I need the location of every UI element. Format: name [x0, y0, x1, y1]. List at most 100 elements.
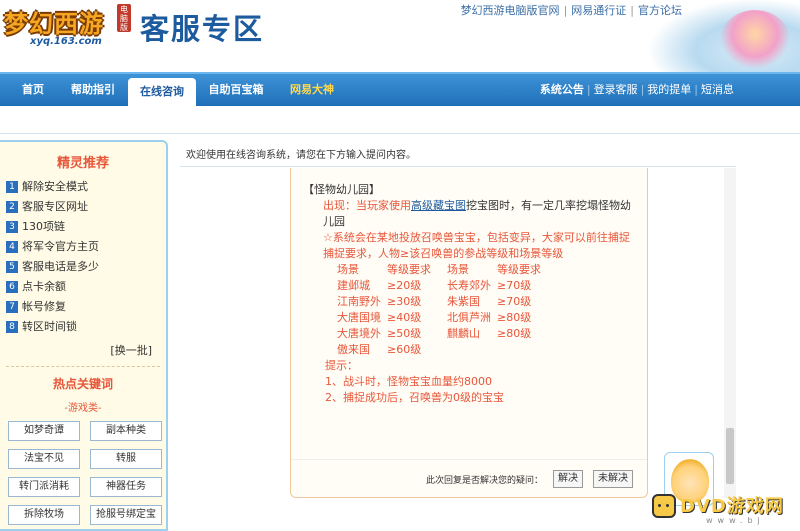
keyword-button[interactable]: 拆除牧场	[8, 505, 80, 525]
table-header: 等级要求	[497, 263, 541, 276]
recommend-title: 精灵推荐	[56, 156, 109, 171]
welcome-message: 欢迎使用在线咨询系统，请您在下方输入提问内容。	[186, 150, 416, 161]
table-cell: ≥20级	[387, 279, 422, 292]
item-label: 客服电话是多少	[22, 260, 99, 273]
item-label: 客服专区网址	[22, 200, 88, 213]
separator: |	[630, 4, 634, 17]
separator: |	[640, 83, 645, 96]
item-number: 3	[6, 221, 18, 233]
page-title: 客服专区	[140, 12, 265, 46]
level-table: 场景 等级要求 场景 等级要求 建邺城 ≥20级 长寿郊外 ≥70级 江南野外 …	[337, 262, 541, 358]
answer-line: ☆系统会在某地投放召唤兽宝宝，包括变异，大家可以前往捕捉	[323, 231, 630, 244]
item-number: 7	[6, 301, 18, 313]
top-links: 梦幻西游电脑版官网 | 网易通行证 | 官方论坛	[461, 2, 682, 18]
gamepad-icon	[652, 494, 676, 518]
item-label: 将军令官方主页	[22, 240, 99, 253]
list-item[interactable]: 7 帐号修复	[6, 298, 166, 316]
table-cell: 建邺城	[337, 279, 370, 292]
nav-right-links: 系统公告 | 登录客服 | 我的提单 | 短消息	[540, 74, 734, 106]
top-link-official-site[interactable]: 梦幻西游电脑版官网	[461, 4, 560, 17]
refresh-batch-link[interactable]: [换一批]	[0, 342, 152, 358]
unresolved-button[interactable]: 未解决	[593, 470, 633, 488]
tip-item: 2、捕捉成功后，召唤兽为0级的宝宝	[325, 391, 504, 404]
answer-text: 出现：当玩家使用	[323, 199, 411, 212]
table-cell: 北俱芦洲	[447, 311, 491, 324]
list-item[interactable]: 6 点卡余额	[6, 278, 166, 296]
table-cell: 朱紫国	[447, 295, 480, 308]
item-label: 点卡余额	[22, 280, 66, 293]
hot-keywords-category: -游戏类-	[64, 403, 102, 414]
tab-netease-dashen[interactable]: 网易大神	[280, 74, 344, 106]
tab-self-service[interactable]: 自助百宝箱	[200, 74, 272, 106]
list-item[interactable]: 2 客服专区网址	[6, 198, 166, 216]
answer-card: 【怪物幼儿园】 出现：当玩家使用高级藏宝图挖宝图时，有一定几率挖塌怪物幼儿园 ☆…	[290, 168, 648, 498]
nav-link-login[interactable]: 登录客服	[594, 83, 638, 96]
logo-badge: 电脑版	[117, 4, 131, 32]
list-item[interactable]: 5 客服电话是多少	[6, 258, 166, 276]
nav-link-my-tickets[interactable]: 我的提单	[647, 83, 691, 96]
nav-link-announcement[interactable]: 系统公告	[540, 83, 584, 96]
keyword-button[interactable]: 转服	[90, 449, 162, 469]
answer-body: 【怪物幼儿园】 出现：当玩家使用高级藏宝图挖宝图时，有一定几率挖塌怪物幼儿园 ☆…	[291, 168, 647, 406]
table-cell: 大唐境外	[337, 327, 381, 340]
feedback-question: 此次回复是否解决您的疑问：	[426, 476, 544, 486]
table-cell: ≥70级	[497, 295, 532, 308]
watermark-subtext: www.bj	[706, 516, 765, 525]
table-cell	[497, 342, 541, 358]
decor-character-image	[720, 10, 790, 70]
feedback-bar: 此次回复是否解决您的疑问： 解决 未解决	[291, 459, 647, 497]
keyword-button[interactable]: 抢服号绑定宝	[90, 505, 162, 525]
keyword-button[interactable]: 副本种类	[90, 421, 162, 441]
answer-title: 【怪物幼儿园】	[303, 183, 380, 196]
list-item[interactable]: 3 130项链	[6, 218, 166, 236]
table-row: 建邺城 ≥20级 长寿郊外 ≥70级	[337, 278, 541, 294]
divider	[6, 366, 160, 367]
scrollbar-thumb[interactable]	[726, 428, 734, 484]
sidebar: 精灵推荐 1 解除安全模式 2 客服专区网址 3 130项链 4 将军令官方主页 5 客服…	[0, 140, 168, 531]
tab-online-consult[interactable]: 在线咨询	[128, 78, 196, 106]
resolved-button[interactable]: 解决	[553, 470, 583, 488]
list-item[interactable]: 4 将军令官方主页	[6, 238, 166, 256]
item-number: 4	[6, 241, 18, 253]
table-cell: 长寿郊外	[447, 279, 491, 292]
nav-link-messages[interactable]: 短消息	[701, 83, 734, 96]
divider	[180, 166, 736, 167]
game-logo[interactable]: 梦幻西游 电脑版 xyq.163.com	[0, 0, 140, 52]
keyword-button[interactable]: 法宝不见	[8, 449, 80, 469]
tab-help-guide[interactable]: 帮助指引	[62, 74, 124, 106]
list-item[interactable]: 1 解除安全模式	[6, 178, 166, 196]
item-number: 2	[6, 201, 18, 213]
separator: |	[586, 83, 591, 96]
table-cell: 傲来国	[337, 343, 370, 356]
table-header: 等级要求	[387, 263, 431, 276]
table-cell: ≥60级	[387, 343, 422, 356]
keyword-button[interactable]: 转门派消耗	[8, 477, 80, 497]
page-header: 梦幻西游 电脑版 xyq.163.com 客服专区 梦幻西游电脑版官网 | 网易通行…	[0, 0, 800, 72]
treasure-map-link[interactable]: 高级藏宝图	[411, 199, 466, 212]
table-cell: ≥40级	[387, 311, 422, 324]
chat-scrollbar[interactable]	[724, 168, 736, 498]
watermark: DVD游戏网 www.bj	[648, 488, 800, 531]
tab-home[interactable]: 首页	[10, 74, 56, 106]
separator: |	[694, 83, 698, 96]
top-link-passport[interactable]: 网易通行证	[571, 4, 626, 17]
table-row: 大唐境外 ≥50级 麒麟山 ≥80级	[337, 326, 541, 342]
logo-text: 梦幻西游	[4, 10, 104, 38]
table-cell: ≥80级	[497, 311, 532, 324]
answer-line: 捕捉要求，人物≥该召唤兽的参战等级和场景等级	[323, 247, 564, 260]
list-item[interactable]: 8 转区时间锁	[6, 318, 166, 336]
answer-line: 出现：当玩家使用高级藏宝图挖宝图时，有一定几率挖塌怪物幼儿园	[303, 198, 635, 230]
keyword-button[interactable]: 神器任务	[90, 477, 162, 497]
table-header: 场景	[447, 263, 469, 276]
keyword-button[interactable]: 如梦奇谭	[8, 421, 80, 441]
watermark-text: DVD游戏网	[680, 496, 784, 517]
main-nav: 首页 帮助指引 在线咨询 自助百宝箱 网易大神 系统公告 | 登录客服 | 我的提单 | 短…	[0, 72, 800, 106]
table-cell: 江南野外	[337, 295, 381, 308]
table-cell: 麒麟山	[447, 327, 480, 340]
top-link-forum[interactable]: 官方论坛	[638, 4, 682, 17]
item-number: 5	[6, 261, 18, 273]
table-row: 江南野外 ≥30级 朱紫国 ≥70级	[337, 294, 541, 310]
item-number: 1	[6, 181, 18, 193]
sub-bar	[0, 106, 800, 134]
table-cell: ≥30级	[387, 295, 422, 308]
